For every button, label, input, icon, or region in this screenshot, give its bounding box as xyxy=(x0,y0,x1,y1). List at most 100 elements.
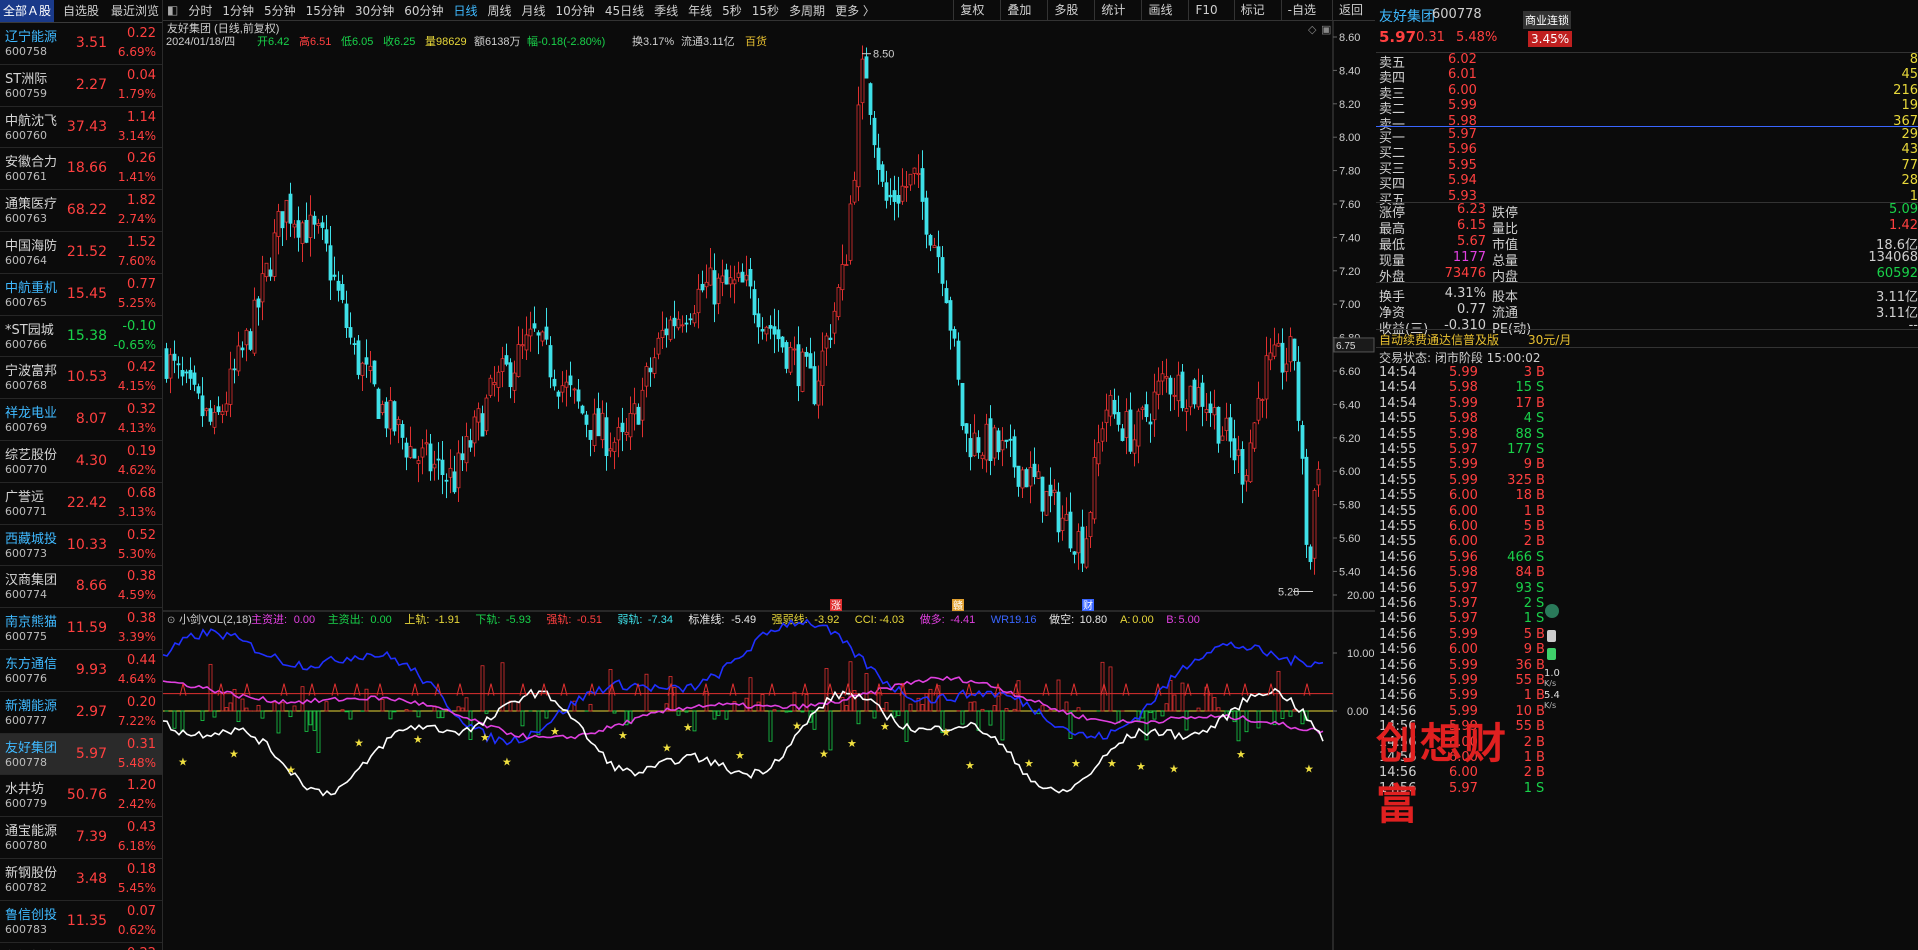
chart-header-field: 6.42 xyxy=(268,36,289,48)
stock-price: 4.30 xyxy=(75,452,107,469)
stock-code: 600783 xyxy=(5,922,47,936)
stock-rows: 辽宁能源 600758 3.51 0.22 6.69% ST洲际 600759 2.27 0.0… xyxy=(0,23,162,950)
tick-side: B xyxy=(1536,365,1545,380)
indicator-item-value: 0.00 xyxy=(1132,614,1153,626)
stat-value: 0.77 xyxy=(1457,301,1486,317)
chart-tool-button[interactable]: 多股 xyxy=(1047,0,1084,20)
stock-row[interactable]: 鲁银投资6007845.030.224.57% xyxy=(0,943,162,950)
stock-row[interactable]: 新钢股份 600782 3.48 0.18 5.45% xyxy=(0,859,162,901)
ad-bar[interactable]: 自动续费通达信普及版 30元/月 xyxy=(1376,329,1918,348)
stock-code: 600773 xyxy=(5,546,47,560)
period-tab[interactable]: 年线 xyxy=(688,2,712,19)
stock-row[interactable]: 中航重机 600765 15.45 0.77 5.25% xyxy=(0,274,162,316)
stock-percent: 0.62% xyxy=(117,922,156,937)
stock-row[interactable]: 汉商集团 600774 8.66 0.38 4.59% xyxy=(0,566,162,609)
ad-text[interactable]: 自动续费通达信普及版 xyxy=(1379,331,1499,348)
price-axis-tick: 7.40 xyxy=(1339,232,1360,244)
tab-all-a-shares[interactable]: 全部Ａ股 xyxy=(0,0,54,22)
period-tab[interactable]: 月线 xyxy=(522,2,546,19)
period-tab[interactable]: 30分钟 xyxy=(355,2,394,19)
stock-row[interactable]: 新潮能源 600777 2.97 0.20 7.22% xyxy=(0,692,162,734)
stock-price: 22.42 xyxy=(66,494,107,511)
level-volume: 19 xyxy=(1901,98,1918,114)
stock-code: 600782 xyxy=(5,880,47,894)
period-tab[interactable]: 周线 xyxy=(488,2,512,19)
stock-row[interactable]: 水井坊 600779 50.76 1.20 2.42% xyxy=(0,775,162,818)
stock-row[interactable]: 通策医疗 600763 68.22 1.82 2.74% xyxy=(0,190,162,232)
period-tab[interactable]: 1分钟 xyxy=(222,2,254,19)
stock-code: 600776 xyxy=(5,671,47,685)
stock-name: 广誉远 xyxy=(5,489,45,505)
indicator-item-label: 做空: xyxy=(1049,612,1074,626)
stock-row[interactable]: 东方通信 600776 9.93 0.44 4.64% xyxy=(0,650,162,692)
stock-change: 0.19 xyxy=(127,443,156,459)
stock-change: -0.10 xyxy=(122,318,156,334)
stock-row[interactable]: 南京熊猫 600775 11.59 0.38 3.39% xyxy=(0,608,162,650)
indicator-axis-tick: 0.00 xyxy=(1347,706,1368,718)
signal-star-icon: ★ xyxy=(178,757,188,769)
kline-chart[interactable]: 友好集团 (日线,前复权)2024/01/18/四 开 6.42 高 6.51 低 6.05… xyxy=(163,21,1375,950)
stock-row[interactable]: 通宝能源 600780 7.39 0.43 6.18% xyxy=(0,817,162,859)
stock-row[interactable]: 广誉远 600771 22.42 0.68 3.13% xyxy=(0,483,162,525)
stock-row[interactable]: 祥龙电业 600769 8.07 0.32 4.13% xyxy=(0,399,162,441)
chart-tool-button[interactable]: F10 xyxy=(1188,0,1223,20)
chart-tool-button[interactable]: 返回 xyxy=(1331,0,1369,20)
period-tab[interactable]: 15秒 xyxy=(752,2,779,19)
period-tab[interactable]: 多周期 xyxy=(789,2,825,19)
stock-row[interactable]: 宁波富邦 600768 10.53 0.42 4.15% xyxy=(0,357,162,400)
price-axis-tick: 6.40 xyxy=(1339,399,1360,411)
stock-row[interactable]: 西藏城投 600773 10.33 0.52 5.30% xyxy=(0,525,162,567)
watermark-text: 创想财富 xyxy=(1376,719,1509,829)
tick-price: 5.97 xyxy=(1449,442,1478,457)
period-tab[interactable]: 日线 xyxy=(453,2,477,19)
chart-tool-button[interactable]: -自选 xyxy=(1280,0,1322,20)
stock-percent: 4.59% xyxy=(117,588,156,603)
stock-row[interactable]: ST洲际 600759 2.27 0.04 1.79% xyxy=(0,65,162,107)
stock-code: 600780 xyxy=(5,839,47,853)
price-axis-tick: 7.60 xyxy=(1339,199,1360,211)
stat-value: 1.42 xyxy=(1889,218,1918,234)
chart-tool-button[interactable]: 统计 xyxy=(1094,0,1131,20)
signal-star-icon: ★ xyxy=(1024,758,1034,770)
chart-tool-button[interactable]: 画线 xyxy=(1141,0,1178,20)
stock-row[interactable]: 安徽合力 600761 18.66 0.26 1.41% xyxy=(0,148,162,191)
period-tab[interactable]: 分时 xyxy=(188,2,212,19)
tick-volume: 5 xyxy=(1523,626,1532,642)
period-tab[interactable]: 45日线 xyxy=(605,2,644,19)
tick-price: 5.96 xyxy=(1449,549,1478,565)
tab-recent[interactable]: 最近浏览 xyxy=(108,0,162,22)
stock-row[interactable]: 友好集团 600778 5.97 0.31 5.48% xyxy=(0,733,162,776)
period-tab[interactable]: 5秒 xyxy=(722,2,742,19)
stock-row[interactable]: 辽宁能源 600758 3.51 0.22 6.69% xyxy=(0,23,162,65)
stock-code: 600775 xyxy=(5,630,47,644)
chart-tool-button[interactable]: 复权 xyxy=(953,0,990,20)
tick-side: B xyxy=(1536,565,1545,581)
period-tab[interactable]: 15分钟 xyxy=(306,2,345,19)
indicator-item-value: 0.00 xyxy=(294,614,315,626)
tab-watchlist[interactable]: 自选股 xyxy=(54,0,108,22)
period-tab[interactable]: 60分钟 xyxy=(404,2,443,19)
signal-star-icon: ★ xyxy=(965,760,975,772)
signal-star-icon: ★ xyxy=(683,722,693,734)
tick-price: 6.00 xyxy=(1449,488,1478,504)
signal-star-icon: ★ xyxy=(1071,758,1081,770)
menu-toggle-icon[interactable]: ◧ xyxy=(167,3,178,17)
stock-row[interactable]: 中航沈飞 600760 37.43 1.14 3.14% xyxy=(0,107,162,149)
period-tab[interactable]: 10分钟 xyxy=(556,2,595,19)
period-tab[interactable]: 季线 xyxy=(654,2,678,19)
stock-row[interactable]: 综艺股份 600770 4.30 0.19 4.62% xyxy=(0,441,162,483)
stock-price: 9.93 xyxy=(75,661,107,678)
stock-price: 3.48 xyxy=(75,870,107,887)
period-tab[interactable]: 更多 〉 xyxy=(835,2,875,19)
stock-name: 中航重机 xyxy=(5,280,58,296)
stock-percent: 7.60% xyxy=(117,253,156,268)
stats-divider xyxy=(1376,282,1918,283)
stock-row[interactable]: 鲁信创投 600783 11.35 0.07 0.62% xyxy=(0,901,162,943)
sector-badge[interactable]: 商业连锁 xyxy=(1523,11,1571,29)
period-tab[interactable]: 5分钟 xyxy=(264,2,296,19)
chart-tool-button[interactable]: 叠加 xyxy=(1000,0,1037,20)
stock-row[interactable]: 中国海防 600764 21.52 1.52 7.60% xyxy=(0,232,162,274)
stock-row[interactable]: *ST园城 600766 15.38 -0.10 -0.65% xyxy=(0,316,162,358)
stock-percent: 4.15% xyxy=(117,379,156,394)
chart-tool-button[interactable]: 标记 xyxy=(1233,0,1271,20)
